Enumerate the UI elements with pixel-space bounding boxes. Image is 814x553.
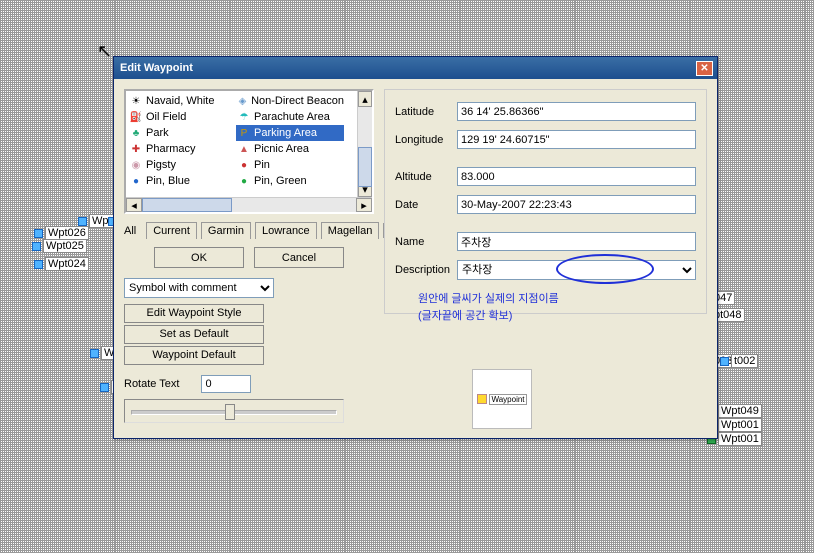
rotate-text-input[interactable] xyxy=(201,375,251,393)
symbol-icon: ● xyxy=(238,159,250,171)
waypoint-label: Wpt024 xyxy=(45,257,89,271)
symbol-name: Park xyxy=(146,127,169,139)
map-waypoint[interactable]: Wpt024 xyxy=(34,257,89,271)
rotate-text-label: Rotate Text xyxy=(124,378,179,390)
symbol-name: Non-Direct Beacon xyxy=(251,95,344,107)
symbol-icon: ▲ xyxy=(238,143,250,155)
close-button[interactable]: ✕ xyxy=(696,61,713,76)
symbol-item[interactable]: ● Pin xyxy=(236,157,344,173)
symbol-style-combo[interactable]: Symbol with comment xyxy=(124,278,274,298)
properties-panel: Latitude Longitude Altitude Date Name De… xyxy=(384,89,707,314)
waypoint-marker-icon xyxy=(720,357,729,366)
description-label: Description xyxy=(395,264,457,276)
latitude-input[interactable] xyxy=(457,102,696,121)
date-input[interactable] xyxy=(457,195,696,214)
preview-label: Waypoint xyxy=(489,394,526,405)
scroll-thumb[interactable] xyxy=(358,147,372,187)
ok-button[interactable]: OK xyxy=(154,247,244,268)
waypoint-marker-icon xyxy=(34,229,43,238)
symbol-item[interactable]: ◈ Non-Direct Beacon xyxy=(236,93,344,109)
edit-waypoint-style-button[interactable]: Edit Waypoint Style xyxy=(124,304,264,323)
date-label: Date xyxy=(395,199,457,211)
symbol-name: Pin xyxy=(254,159,270,171)
symbol-item[interactable]: ✚ Pharmacy xyxy=(128,141,236,157)
hscroll-thumb[interactable] xyxy=(142,198,232,212)
waypoint-label: Wpt001 xyxy=(718,418,762,432)
titlebar[interactable]: Edit Waypoint ✕ xyxy=(114,57,717,79)
symbol-name: Pharmacy xyxy=(146,143,196,155)
symbol-hscroll[interactable]: ◂ ▸ xyxy=(126,197,372,212)
symbol-item[interactable]: ● Pin, Green xyxy=(236,173,344,189)
symbol-item[interactable]: ☀ Navaid, White xyxy=(128,93,236,109)
symbol-name: Oil Field xyxy=(146,111,186,123)
waypoint-marker-icon xyxy=(100,383,109,392)
symbol-icon: ⛽ xyxy=(130,111,142,123)
symbol-item[interactable]: ⛽ Oil Field xyxy=(128,109,236,125)
waypoint-marker-icon xyxy=(32,242,41,251)
waypoint-label: Wpt026 xyxy=(45,226,89,240)
symbol-name: Picnic Area xyxy=(254,143,309,155)
symbol-name: Navaid, White xyxy=(146,95,214,107)
tab-current[interactable]: Current xyxy=(146,222,197,239)
waypoint-label: Wpt049 xyxy=(718,404,762,418)
symbol-icon: ● xyxy=(130,175,142,187)
symbol-item[interactable]: ◉ Pigsty xyxy=(128,157,236,173)
symbol-icon: ◉ xyxy=(130,159,142,171)
map-waypoint[interactable]: t002 xyxy=(720,354,758,368)
symbol-item[interactable]: ☂ Parachute Area xyxy=(236,109,344,125)
scroll-right-icon[interactable]: ▸ xyxy=(356,198,372,212)
altitude-label: Altitude xyxy=(395,171,457,183)
tab-garmin[interactable]: Garmin xyxy=(201,222,251,239)
tab-all[interactable]: All xyxy=(124,225,136,237)
longitude-label: Longitude xyxy=(395,134,457,146)
waypoint-marker-icon xyxy=(34,260,43,269)
symbol-item[interactable]: ● Pin, Blue xyxy=(128,173,236,189)
symbol-icon: P xyxy=(238,127,250,139)
symbol-name: Parachute Area xyxy=(254,111,330,123)
slider-knob[interactable] xyxy=(225,404,235,420)
scroll-left-icon[interactable]: ◂ xyxy=(126,198,142,212)
symbol-item[interactable]: ♣ Park xyxy=(128,125,236,141)
waypoint-marker-icon xyxy=(78,217,87,226)
symbol-preview: Waypoint xyxy=(472,369,532,429)
longitude-input[interactable] xyxy=(457,130,696,149)
set-as-default-button[interactable]: Set as Default xyxy=(124,325,264,344)
description-combo[interactable]: 주차장 xyxy=(457,260,696,280)
symbol-name: Pin, Blue xyxy=(146,175,190,187)
symbol-listbox[interactable]: ☀ Navaid, White ⛽ Oil Field ♣ Park ✚ Pharmacy ◉ P… xyxy=(124,89,374,214)
name-input[interactable] xyxy=(457,232,696,251)
waypoint-marker-icon xyxy=(90,349,99,358)
symbol-icon: ♣ xyxy=(130,127,142,139)
map-waypoint[interactable]: Wpt026 xyxy=(34,226,89,240)
tab-magellan[interactable]: Magellan xyxy=(321,222,380,239)
symbol-item[interactable]: P Parking Area xyxy=(236,125,344,141)
waypoint-label: Wpt025 xyxy=(43,239,87,253)
symbol-name: Pigsty xyxy=(146,159,176,171)
altitude-input[interactable] xyxy=(457,167,696,186)
cancel-button[interactable]: Cancel xyxy=(254,247,344,268)
scroll-up-icon[interactable]: ▴ xyxy=(358,91,372,107)
map-waypoint[interactable]: Wpt025 xyxy=(32,239,87,253)
preview-symbol-icon xyxy=(477,394,487,404)
latitude-label: Latitude xyxy=(395,106,457,118)
symbol-icon: ☀ xyxy=(130,95,142,107)
waypoint-label: Wpt001 xyxy=(718,432,762,446)
window-title: Edit Waypoint xyxy=(118,62,696,74)
symbol-item[interactable]: ▲ Picnic Area xyxy=(236,141,344,157)
symbol-name: Pin, Green xyxy=(254,175,307,187)
symbol-vscroll[interactable]: ▴ ▾ xyxy=(357,91,372,197)
tab-lowrance[interactable]: Lowrance xyxy=(255,222,317,239)
symbol-icon: ◈ xyxy=(238,95,247,107)
waypoint-label: t002 xyxy=(731,354,758,368)
symbol-icon: ☂ xyxy=(238,111,250,123)
symbol-icon: ✚ xyxy=(130,143,142,155)
symbol-icon: ● xyxy=(238,175,250,187)
rotate-slider[interactable] xyxy=(124,399,344,423)
waypoint-default-button[interactable]: Waypoint Default xyxy=(124,346,264,365)
symbol-name: Parking Area xyxy=(254,127,317,139)
edit-waypoint-dialog: Edit Waypoint ✕ ☀ Navaid, White ⛽ Oil Field… xyxy=(113,56,718,439)
name-label: Name xyxy=(395,236,457,248)
